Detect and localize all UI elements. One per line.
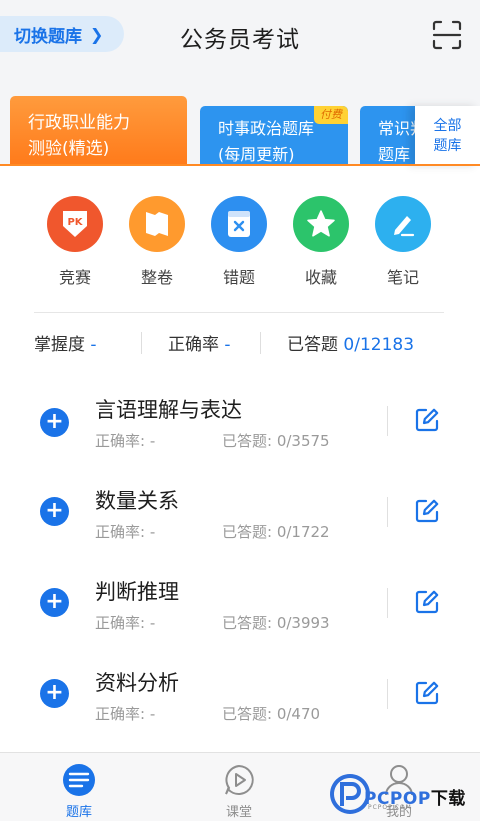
all-banks-label-1: 全部 xyxy=(433,118,462,134)
quick-label: 错题 xyxy=(222,268,255,287)
expand-plus-icon[interactable]: + xyxy=(40,497,69,526)
page-title: 公务员考试 xyxy=(180,27,300,53)
list-item-accuracy: 正确率: - xyxy=(95,705,156,723)
category-card-title: 行政职业能力 xyxy=(28,113,130,133)
stat-mastery: 掌握度 - xyxy=(34,330,97,355)
category-card-subtitle: (每周更新) xyxy=(218,145,295,164)
list-item-accuracy: 正确率: - xyxy=(95,614,156,632)
question-bank-icon xyxy=(63,764,95,796)
divider xyxy=(141,332,142,354)
divider xyxy=(34,312,444,313)
list-item-answered: 已答题: 0/3575 xyxy=(222,432,330,450)
list-item-answered: 已答题: 0/1722 xyxy=(222,523,330,541)
quick-actions: PK 竞赛 整卷 错题 收藏 笔记 xyxy=(0,196,480,288)
stat-value: - xyxy=(90,335,97,355)
quick-item-notes[interactable]: 笔记 xyxy=(362,196,444,288)
watermark-subtext: PCPOP.COM xyxy=(368,804,412,811)
paid-badge: 付费 xyxy=(314,106,348,124)
divider xyxy=(387,406,388,436)
category-card-admin[interactable]: 行政职业能力 测验(精选) xyxy=(10,96,187,166)
stat-label: 掌握度 xyxy=(34,335,85,355)
pen-icon xyxy=(375,196,431,252)
all-banks-button[interactable]: 全部 题库 xyxy=(415,106,480,166)
active-underline xyxy=(0,164,480,166)
practice-edit-icon[interactable] xyxy=(413,406,441,434)
quick-label: 笔记 xyxy=(386,268,419,287)
list-item-answered: 已答题: 0/470 xyxy=(222,705,321,723)
divider xyxy=(387,588,388,618)
list-item-accuracy: 正确率: - xyxy=(95,432,156,450)
divider xyxy=(260,332,261,354)
expand-plus-icon[interactable]: + xyxy=(40,408,69,437)
svg-text:PK: PK xyxy=(67,217,83,228)
category-card-politics[interactable]: 时事政治题库 (每周更新) 付费 xyxy=(200,106,348,166)
quick-label: 竞赛 xyxy=(58,268,91,287)
all-banks-label-2: 题库 xyxy=(433,138,462,154)
tab-question-bank[interactable]: 题库 xyxy=(44,763,114,820)
divider xyxy=(387,679,388,709)
list-item-title: 判断推理 xyxy=(95,580,179,604)
category-card-subtitle: 测验(精选) xyxy=(28,139,110,159)
divider xyxy=(387,497,388,527)
practice-edit-icon[interactable] xyxy=(413,679,441,707)
expand-plus-icon[interactable]: + xyxy=(40,588,69,617)
stat-label: 已答题 xyxy=(287,335,338,355)
expand-plus-icon[interactable]: + xyxy=(40,679,69,708)
quick-item-wrong[interactable]: 错题 xyxy=(198,196,280,288)
tab-classroom[interactable]: 课堂 xyxy=(204,763,274,820)
stat-answered: 已答题 0/12183 xyxy=(287,330,414,355)
wrong-icon xyxy=(211,196,267,252)
list-item[interactable]: + 数量关系 正确率: - 已答题: 0/1722 xyxy=(0,485,480,565)
stat-label: 正确率 xyxy=(168,335,219,355)
stat-value: 0/12183 xyxy=(343,335,415,355)
play-icon xyxy=(225,764,254,795)
tab-label: 题库 xyxy=(65,805,92,820)
list-item[interactable]: + 资料分析 正确率: - 已答题: 0/470 xyxy=(0,667,480,747)
stat-value: - xyxy=(224,335,231,355)
stats-row: 掌握度 - 正确率 - 已答题 0/12183 xyxy=(0,330,480,358)
list-item-title: 言语理解与表达 xyxy=(95,398,242,422)
scan-icon[interactable] xyxy=(432,20,462,50)
list-item-answered: 已答题: 0/3993 xyxy=(222,614,330,632)
practice-edit-icon[interactable] xyxy=(413,588,441,616)
category-carousel: 行政职业能力 测验(精选) 时事政治题库 (每周更新) 付费 常识判 题库 全部… xyxy=(0,96,480,166)
stat-accuracy: 正确率 - xyxy=(168,330,231,355)
quick-label: 整卷 xyxy=(140,268,173,287)
list-item-title: 资料分析 xyxy=(95,671,179,695)
paper-icon xyxy=(129,196,185,252)
list-item[interactable]: + 言语理解与表达 正确率: - 已答题: 0/3575 xyxy=(0,394,480,474)
quick-item-favorite[interactable]: 收藏 xyxy=(280,196,362,288)
list-item-title: 数量关系 xyxy=(95,489,179,513)
pk-icon: PK xyxy=(47,196,103,252)
practice-edit-icon[interactable] xyxy=(413,497,441,525)
star-icon xyxy=(293,196,349,252)
tab-label: 课堂 xyxy=(225,805,252,820)
quick-item-compete[interactable]: PK 竞赛 xyxy=(34,196,116,288)
quick-item-paper[interactable]: 整卷 xyxy=(116,196,198,288)
list-item[interactable]: + 判断推理 正确率: - 已答题: 0/3993 xyxy=(0,576,480,656)
quick-label: 收藏 xyxy=(304,268,337,287)
list-item-accuracy: 正确率: - xyxy=(95,523,156,541)
